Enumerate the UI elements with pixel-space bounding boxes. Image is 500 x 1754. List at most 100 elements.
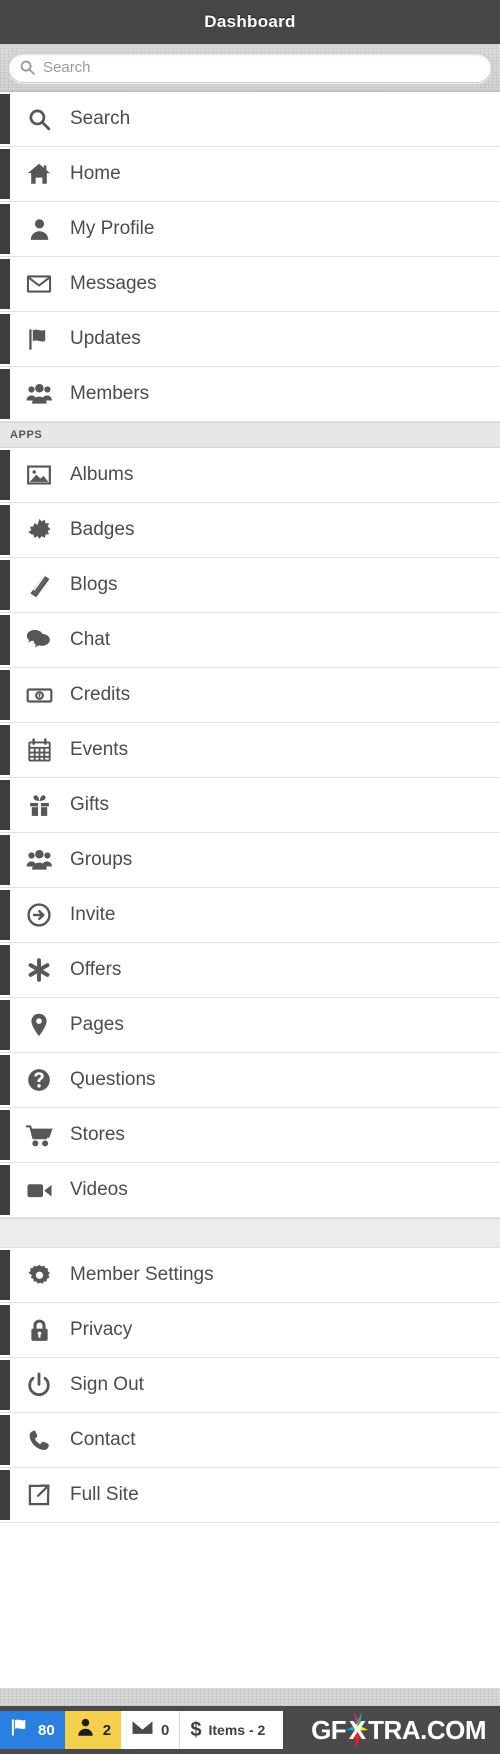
- menu-item-events[interactable]: Events: [0, 723, 500, 778]
- video-camera-icon: [22, 1178, 56, 1203]
- menu-item-label: Events: [70, 739, 129, 760]
- chat-bubbles-icon: [22, 627, 56, 653]
- menu-item-label: Member Settings: [70, 1264, 214, 1285]
- menu-item-label: Search: [70, 108, 131, 129]
- menu-item-badges[interactable]: Badges: [0, 503, 500, 558]
- status-bar: 80 2 0 $ Items - 2 GF X TRA.COM: [0, 1706, 500, 1754]
- menu-item-full-site[interactable]: Full Site: [0, 1468, 500, 1523]
- shopping-cart-icon: [22, 1123, 56, 1148]
- menu-item-label: Credits: [70, 684, 131, 705]
- menu-item-label: Invite: [70, 904, 116, 925]
- gear-icon: [22, 1263, 56, 1288]
- page-title: Dashboard: [204, 12, 296, 31]
- external-link-icon: [22, 1482, 56, 1508]
- status-pill-cart[interactable]: $ Items - 2: [179, 1711, 284, 1749]
- app-header: Dashboard: [0, 0, 500, 44]
- person-icon: [22, 217, 56, 242]
- status-pill-count: 2: [102, 1721, 112, 1739]
- menu-item-label: Groups: [70, 849, 133, 870]
- menu-item-stores[interactable]: Stores: [0, 1108, 500, 1163]
- menu-item-label: Gifts: [70, 794, 110, 815]
- search-icon: [19, 59, 36, 76]
- lock-icon: [22, 1318, 56, 1343]
- book-icon: [22, 572, 56, 598]
- asterisk-icon: [22, 957, 56, 983]
- menu-item-albums[interactable]: Albums: [0, 448, 500, 503]
- menu-item-pages[interactable]: Pages: [0, 998, 500, 1053]
- menu-item-messages[interactable]: Messages: [0, 257, 500, 312]
- people-icon: [22, 382, 56, 407]
- search-icon: [22, 107, 56, 132]
- menu-item-credits[interactable]: Credits: [0, 668, 500, 723]
- menu-item-gifts[interactable]: Gifts: [0, 778, 500, 833]
- menu-item-label: Updates: [70, 328, 141, 349]
- question-circle-icon: [22, 1067, 56, 1093]
- menu-item-sign-out[interactable]: Sign Out: [0, 1358, 500, 1413]
- navigation-menu: Search Home My Profile Messages Updates …: [0, 92, 500, 1688]
- menu-item-label: Privacy: [70, 1319, 133, 1340]
- menu-item-search[interactable]: Search: [0, 92, 500, 147]
- menu-item-updates[interactable]: Updates: [0, 312, 500, 367]
- status-pill-messages[interactable]: 0: [121, 1711, 180, 1749]
- image-icon: [22, 462, 56, 488]
- badge-starburst-icon: [22, 518, 56, 543]
- phone-icon: [22, 1428, 56, 1453]
- arrow-circle-right-icon: [22, 902, 56, 928]
- menu-item-label: Pages: [70, 1014, 124, 1035]
- menu-item-chat[interactable]: Chat: [0, 613, 500, 668]
- status-pill-updates[interactable]: 80: [0, 1711, 65, 1749]
- flag-icon: [22, 327, 56, 352]
- search-bar-container: [0, 44, 500, 92]
- flag-icon: [10, 1717, 31, 1743]
- footer-area: 80 2 0 $ Items - 2 GF X TRA.COM: [0, 1688, 500, 1754]
- menu-item-home[interactable]: Home: [0, 147, 500, 202]
- watermark-post: TRA.COM: [368, 1714, 486, 1745]
- menu-item-label: Blogs: [70, 574, 118, 595]
- menu-item-label: Questions: [70, 1069, 156, 1090]
- search-input[interactable]: [43, 59, 481, 76]
- status-pill-group: 80 2 0 $ Items - 2: [0, 1711, 284, 1749]
- status-pill-count: Items - 2: [208, 1722, 266, 1738]
- menu-item-member-settings[interactable]: Member Settings: [0, 1248, 500, 1303]
- menu-item-label: Contact: [70, 1429, 136, 1450]
- people-icon: [22, 848, 56, 873]
- menu-item-label: Members: [70, 383, 150, 404]
- watermark-x-char: X: [348, 1714, 366, 1745]
- envelope-icon: [131, 1716, 154, 1744]
- menu-item-label: Stores: [70, 1124, 125, 1145]
- menu-item-label: Videos: [70, 1179, 128, 1200]
- menu-item-label: Full Site: [70, 1484, 139, 1505]
- menu-item-privacy[interactable]: Privacy: [0, 1303, 500, 1358]
- menu-item-label: Albums: [70, 464, 134, 485]
- status-pill-count: 0: [161, 1721, 170, 1739]
- search-box[interactable]: [8, 52, 492, 83]
- menu-item-groups[interactable]: Groups: [0, 833, 500, 888]
- map-pin-icon: [22, 1012, 56, 1038]
- section-header-apps: APPS: [0, 422, 500, 448]
- section-separator: [0, 1218, 500, 1248]
- menu-item-videos[interactable]: Videos: [0, 1163, 500, 1218]
- gift-icon: [22, 793, 56, 818]
- home-icon: [22, 161, 56, 187]
- menu-item-label: Chat: [70, 629, 111, 650]
- status-pill-friends[interactable]: 2: [64, 1711, 122, 1749]
- menu-item-my-profile[interactable]: My Profile: [0, 202, 500, 257]
- watermark-x: X: [346, 1712, 369, 1748]
- menu-item-label: Offers: [70, 959, 122, 980]
- menu-item-blogs[interactable]: Blogs: [0, 558, 500, 613]
- menu-item-label: Messages: [70, 273, 157, 294]
- menu-item-label: Sign Out: [70, 1374, 144, 1395]
- mobile-dashboard-app: Dashboard Search Search Home My Profile …: [0, 0, 500, 1754]
- section-header-label: APPS: [10, 429, 43, 441]
- menu-item-label: My Profile: [70, 218, 155, 239]
- watermark: GF X TRA.COM: [311, 1712, 486, 1748]
- dollar-icon: $: [190, 1718, 202, 1741]
- menu-item-contact[interactable]: Contact: [0, 1413, 500, 1468]
- menu-item-offers[interactable]: Offers: [0, 943, 500, 998]
- menu-item-questions[interactable]: Questions: [0, 1053, 500, 1108]
- menu-item-members[interactable]: Members: [0, 367, 500, 422]
- calendar-icon: [22, 737, 56, 763]
- menu-item-label: Badges: [70, 519, 135, 540]
- menu-item-label: Home: [70, 163, 121, 184]
- menu-item-invite[interactable]: Invite: [0, 888, 500, 943]
